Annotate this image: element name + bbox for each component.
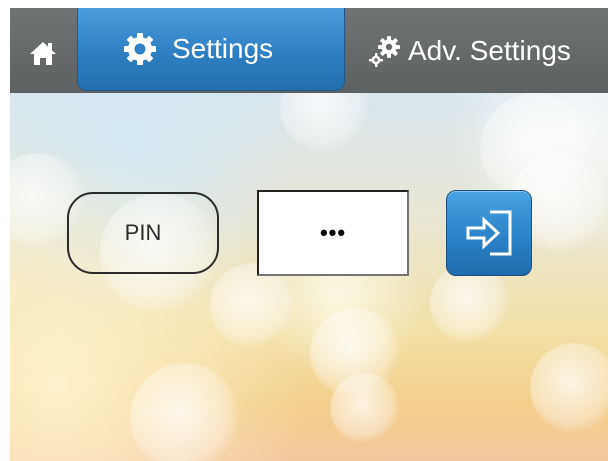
bokeh-light [480, 93, 590, 203]
tab-advanced-settings-label: Adv. Settings [408, 34, 571, 66]
screen: Settings Adv. Settings PIN ••• [0, 0, 608, 461]
bokeh-light [130, 363, 240, 461]
tab-settings-label: Settings [172, 33, 274, 64]
top-nav-bar: Settings Adv. Settings [10, 8, 608, 93]
sign-in-icon [466, 210, 512, 256]
pin-input[interactable] [257, 190, 409, 276]
home-button[interactable] [28, 38, 58, 68]
login-button[interactable] [446, 190, 532, 276]
background-panel [10, 93, 608, 461]
bokeh-light [310, 308, 400, 398]
tab-settings[interactable]: Settings [77, 8, 345, 91]
home-icon [30, 42, 56, 65]
tab-advanced-settings[interactable]: Adv. Settings [360, 8, 608, 93]
pin-label: PIN [67, 192, 219, 274]
bokeh-light [280, 93, 370, 153]
gear-icon [124, 33, 156, 65]
bokeh-light [530, 343, 608, 433]
gears-icon [369, 35, 400, 67]
bokeh-light [330, 373, 400, 443]
